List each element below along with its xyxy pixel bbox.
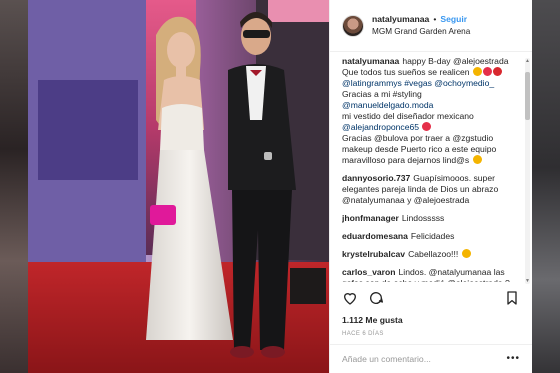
post-actions [342,288,520,310]
header-username[interactable]: natalyumanaa [372,14,429,24]
caption-line[interactable]: @alejandroponce65 [342,122,419,132]
emoji-icon [472,67,482,76]
post-modal: natalyumanaa • Seguir MGM Grand Garden Are… [28,0,532,373]
location-link[interactable]: MGM Grand Garden Arena [372,27,470,38]
bookmark-icon[interactable] [504,290,520,306]
comment-icon[interactable] [368,290,384,306]
comment-text: Cabellazoo!!! [408,249,459,259]
comment-text: Felicidades [410,231,455,241]
comments-scrollbar[interactable]: ▲ ▼ [525,58,530,284]
more-options-icon[interactable]: ••• [506,353,520,366]
post-photo [28,0,329,373]
caption-line: Gracias a mi #styling [342,89,422,99]
caption-line: mi vestido del diseñador mexicano [342,111,474,121]
comment-username[interactable]: dannyosorio.737 [342,173,410,183]
scrollbar-thumb[interactable] [525,72,530,120]
header-text: natalyumanaa • Seguir MGM Grand Garden Are… [372,14,470,38]
caption-line: Gracias @bulova por traer a @zgstudio [342,133,494,143]
comment-username[interactable]: krystelrubalcav [342,249,405,259]
likes-count[interactable]: 1.112 Me gusta [342,315,403,326]
caption-line: Que todos tus sueños se realicen [342,67,470,77]
couple-on-red-carpet-photo [28,0,329,373]
rose-emoji-icon [492,67,502,76]
caption-line[interactable]: @manueldelgado.moda [342,100,433,110]
comment-item: eduardomesana Felicidades [342,231,520,242]
post-timestamp: HACE 6 DÍAS [342,331,384,337]
comment-username[interactable]: natalyumanaa [342,56,399,66]
caption-line: makeup desde Puerto rico a este equipo [342,144,497,154]
add-comment-bar: Añade un comentario... ••• [330,344,532,373]
background-feed-left [0,0,28,373]
comment-item: jhonfmanager Lindosssss [342,213,520,224]
comment-item: dannyosorio.737 Guapísimooos. super elega… [342,173,520,206]
smile-emoji-icon [461,249,471,258]
heart-emoji-icon [422,122,432,131]
caption-comment: natalyumanaa happy B-day @alejoestrada Qu… [342,56,520,166]
add-comment-input[interactable]: Añade un comentario... [342,354,431,365]
background-feed-right [532,0,560,373]
smile-emoji-icon [472,155,482,164]
comment-username[interactable]: jhonfmanager [342,213,399,223]
instagram-post-overlay: natalyumanaa • Seguir MGM Grand Garden Are… [0,0,560,373]
comment-username[interactable]: carlos_varon [342,267,396,277]
comment-text: Lindosssss [401,213,445,223]
follow-button[interactable]: Seguir [440,14,467,24]
scroll-up-arrow-icon[interactable]: ▲ [525,58,530,64]
comment-item: carlos_varonLindos. @natalyumanaa las ga… [342,267,520,282]
heart-icon[interactable] [342,290,358,306]
caption-line: maravilloso para dejarnos lind@s [342,155,470,165]
avatar[interactable] [342,14,364,37]
comment-item: krystelrubalcav Cabellazoo!!! [342,249,520,260]
caption-line: happy B-day @alejoestrada [402,56,509,66]
header-separator: • [433,13,437,24]
post-header: natalyumanaa • Seguir MGM Grand Garden Are… [330,0,532,52]
post-details-panel: natalyumanaa • Seguir MGM Grand Garden Are… [329,0,532,373]
comment-username[interactable]: eduardomesana [342,231,408,241]
comments-list[interactable]: natalyumanaa happy B-day @alejoestrada Qu… [342,56,520,282]
heart-emoji-icon [482,67,492,76]
caption-line[interactable]: @latingrammys #vegas @ochoymedio_ [342,78,494,88]
scroll-down-arrow-icon[interactable]: ▼ [525,278,530,284]
